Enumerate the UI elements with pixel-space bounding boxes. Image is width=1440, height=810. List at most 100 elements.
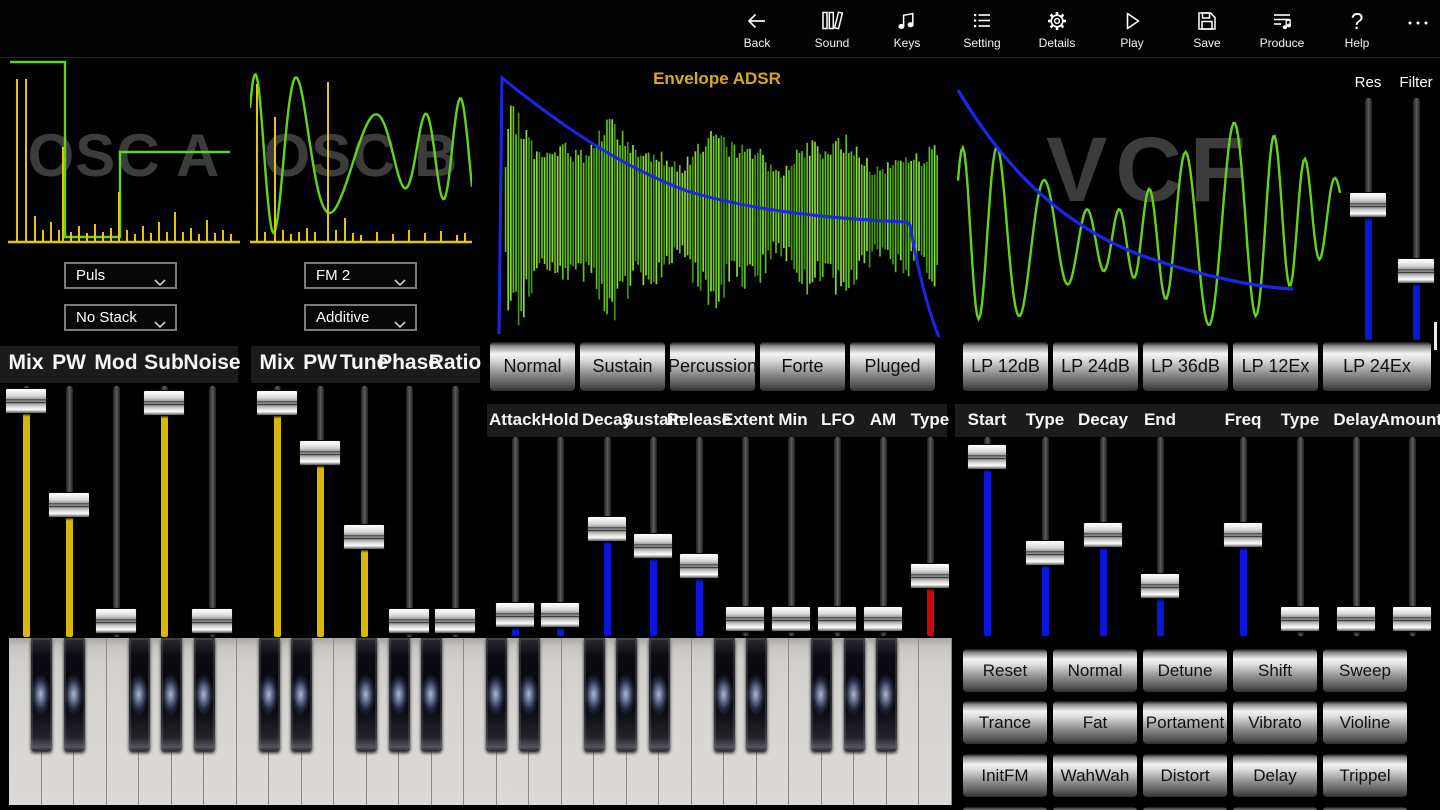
- vcf-filter-slider-handle[interactable]: [1397, 258, 1435, 284]
- envelope-slider-release-4-handle[interactable]: [679, 553, 719, 579]
- vcf-slider-freq-4-handle[interactable]: [1223, 522, 1263, 548]
- piano-key-black[interactable]: [616, 638, 638, 751]
- osc-b-slider-phase-3-handle[interactable]: [388, 608, 430, 634]
- nav-item-save[interactable]: Save: [1172, 8, 1242, 54]
- vcf-slider-start-0-handle[interactable]: [967, 444, 1007, 470]
- preset-shift[interactable]: Shift: [1232, 648, 1318, 693]
- osc-b-waveform-select[interactable]: FM 2: [304, 262, 417, 289]
- piano-key-black[interactable]: [876, 638, 898, 751]
- piano-key-black[interactable]: [421, 638, 443, 751]
- vcf-slider-delay-6-handle[interactable]: [1336, 606, 1376, 632]
- more-button[interactable]: [1402, 12, 1434, 38]
- piano-key-black[interactable]: [193, 638, 215, 751]
- preset-partial-4[interactable]: [1322, 806, 1408, 810]
- piano-key-white[interactable]: [919, 638, 952, 805]
- nav-item-setting[interactable]: Setting: [947, 8, 1017, 54]
- envelope-preset-percussion[interactable]: Percussion: [668, 341, 757, 392]
- envelope-slider-sustain-3-handle[interactable]: [633, 533, 673, 559]
- osc-b-slider-tune-2-handle[interactable]: [343, 524, 385, 550]
- osc-a-slider-noise-4-handle[interactable]: [191, 608, 233, 634]
- osc-b-slider-pw-1-handle[interactable]: [299, 440, 341, 466]
- nav-item-produce[interactable]: Produce: [1247, 8, 1317, 54]
- preset-distort[interactable]: Distort: [1142, 753, 1228, 798]
- envelope-slider-am-8-handle[interactable]: [863, 606, 903, 632]
- piano-key-black[interactable]: [356, 638, 378, 751]
- envelope-preset-sustain[interactable]: Sustain: [579, 341, 666, 392]
- nav-item-play[interactable]: Play: [1097, 8, 1167, 54]
- vcf-slider-type-1-handle[interactable]: [1025, 540, 1065, 566]
- nav-item-help[interactable]: ? Help: [1322, 8, 1392, 54]
- piano-key-black[interactable]: [518, 638, 540, 751]
- preset-wahwah[interactable]: WahWah: [1052, 753, 1138, 798]
- preset-trance[interactable]: Trance: [962, 700, 1048, 745]
- nav-item-details[interactable]: Details: [1022, 8, 1092, 54]
- envelope-slider-hold-1-handle[interactable]: [540, 602, 580, 628]
- osc-a-slider-mod-2-handle[interactable]: [95, 608, 137, 634]
- preset-normal[interactable]: Normal: [1052, 648, 1138, 693]
- piano-key-black[interactable]: [583, 638, 605, 751]
- osc-b-slider-ratio-4-track[interactable]: [452, 386, 459, 637]
- preset-partial-0[interactable]: [962, 806, 1048, 810]
- vcf-slider-type-5-handle[interactable]: [1280, 606, 1320, 632]
- preset-partial-2[interactable]: [1142, 806, 1228, 810]
- osc-a-slider-mod-2-track[interactable]: [113, 386, 120, 637]
- vcf-filter-mode-lp-24db[interactable]: LP 24dB: [1052, 341, 1139, 392]
- preset-portament[interactable]: Portament: [1142, 700, 1228, 745]
- nav-item-sound[interactable]: Sound: [797, 8, 867, 54]
- piano-key-black[interactable]: [713, 638, 735, 751]
- envelope-preset-pluged[interactable]: Pluged: [849, 341, 936, 392]
- vcf-filter-mode-lp-12db[interactable]: LP 12dB: [962, 341, 1049, 392]
- osc-b-slider-mix-0-handle[interactable]: [256, 390, 298, 416]
- scrollbar-tick[interactable]: [1434, 322, 1437, 350]
- preset-violine[interactable]: Violine: [1322, 700, 1408, 745]
- envelope-preset-normal[interactable]: Normal: [489, 341, 576, 392]
- vcf-filter-mode-lp-24ex[interactable]: LP 24Ex: [1322, 341, 1432, 392]
- preset-detune[interactable]: Detune: [1142, 648, 1228, 693]
- piano-key-black[interactable]: [128, 638, 150, 751]
- piano-key-black[interactable]: [161, 638, 183, 751]
- osc-b-slider-ratio-4-handle[interactable]: [434, 608, 476, 634]
- osc-a-stack-select[interactable]: No Stack: [64, 304, 177, 331]
- vcf-slider-amount-7-handle[interactable]: [1392, 606, 1432, 632]
- osc-a-slider-mix-0-handle[interactable]: [5, 388, 47, 414]
- preset-sweep[interactable]: Sweep: [1322, 648, 1408, 693]
- envelope-slider-extent-5-handle[interactable]: [725, 606, 765, 632]
- piano-key-black[interactable]: [648, 638, 670, 751]
- envelope-slider-attack-0-handle[interactable]: [495, 602, 535, 628]
- preset-partial-3[interactable]: [1232, 806, 1318, 810]
- preset-partial-1[interactable]: [1052, 806, 1138, 810]
- preset-vibrato[interactable]: Vibrato: [1232, 700, 1318, 745]
- preset-initfm[interactable]: InitFM: [962, 753, 1048, 798]
- osc-b-stack-select[interactable]: Additive: [304, 304, 417, 331]
- osc-a-slider-noise-4-track[interactable]: [209, 386, 216, 637]
- envelope-preset-forte[interactable]: Forte: [759, 341, 846, 392]
- piano-key-black[interactable]: [63, 638, 85, 751]
- envelope-slider-type-9-handle[interactable]: [910, 563, 950, 589]
- osc-a-slider-sub-3-handle[interactable]: [143, 390, 185, 416]
- piano-key-black[interactable]: [291, 638, 313, 751]
- preset-fat[interactable]: Fat: [1052, 700, 1138, 745]
- vcf-slider-decay-2-handle[interactable]: [1083, 522, 1123, 548]
- piano-key-black[interactable]: [31, 638, 53, 751]
- envelope-slider-decay-2-handle[interactable]: [587, 516, 627, 542]
- piano-key-black[interactable]: [258, 638, 280, 751]
- nav-item-back[interactable]: Back: [722, 8, 792, 54]
- vcf-filter-mode-lp-12ex[interactable]: LP 12Ex: [1232, 341, 1319, 392]
- nav-item-keys[interactable]: Keys: [872, 8, 942, 54]
- preset-reset[interactable]: Reset: [962, 648, 1048, 693]
- vcf-filter-mode-lp-36db[interactable]: LP 36dB: [1142, 341, 1229, 392]
- preset-delay[interactable]: Delay: [1232, 753, 1318, 798]
- piano-key-black[interactable]: [843, 638, 865, 751]
- envelope-slider-lfo-7-handle[interactable]: [817, 606, 857, 632]
- envelope-slider-min-6-handle[interactable]: [771, 606, 811, 632]
- piano-key-black[interactable]: [486, 638, 508, 751]
- osc-a-slider-pw-1-handle[interactable]: [48, 492, 90, 518]
- piano-key-black[interactable]: [811, 638, 833, 751]
- osc-b-slider-phase-3-track[interactable]: [406, 386, 413, 637]
- piano-key-black[interactable]: [746, 638, 768, 751]
- vcf-res-slider-handle[interactable]: [1349, 192, 1387, 218]
- piano-key-black[interactable]: [388, 638, 410, 751]
- vcf-slider-end-3-handle[interactable]: [1140, 573, 1180, 599]
- osc-a-waveform-select[interactable]: Puls: [64, 262, 177, 289]
- preset-trippel[interactable]: Trippel: [1322, 753, 1408, 798]
